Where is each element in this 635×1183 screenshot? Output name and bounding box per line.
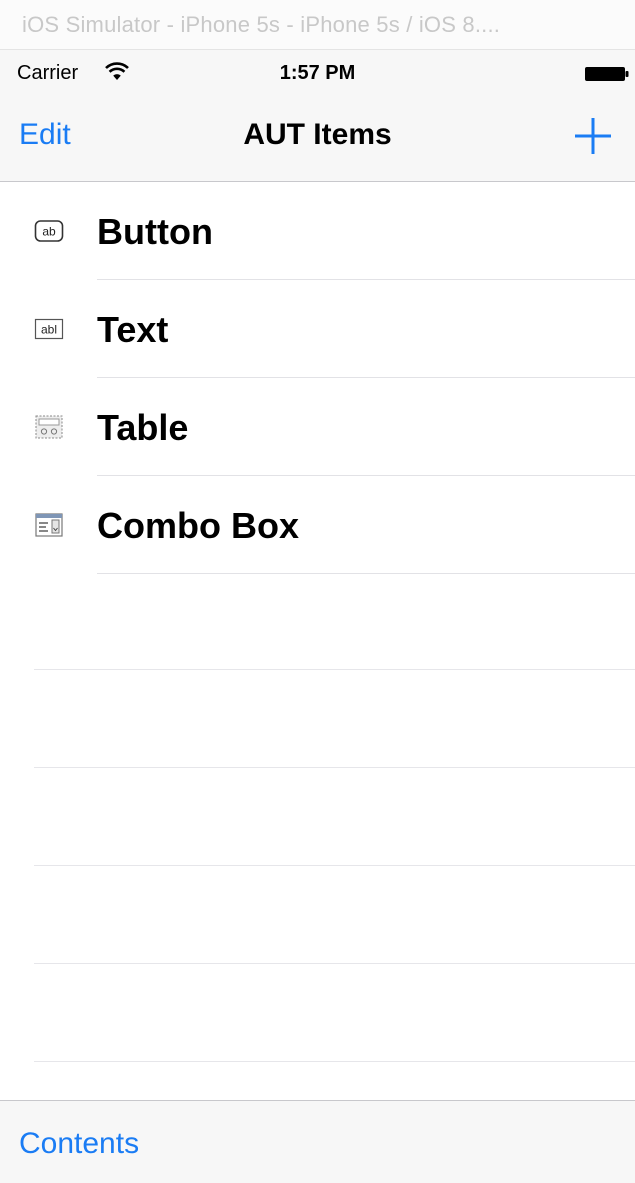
row-label: Combo Box — [97, 505, 299, 546]
table-row-button[interactable]: ab Button — [0, 182, 635, 280]
table-row-combo-box[interactable]: Combo Box — [0, 476, 635, 574]
bottom-toolbar: Contents — [0, 1100, 635, 1183]
row-label: Text — [97, 309, 169, 350]
text-field-icon: abl — [34, 318, 64, 340]
combo-box-icon — [35, 513, 63, 537]
empty-row-divider — [34, 963, 635, 964]
empty-row-divider — [34, 669, 635, 670]
contents-button[interactable]: Contents — [19, 1127, 139, 1161]
plus-icon[interactable] — [573, 116, 613, 156]
row-divider — [97, 573, 635, 574]
table-icon — [35, 415, 63, 439]
simulator-title-bar: iOS Simulator - iPhone 5s - iPhone 5s / … — [0, 0, 635, 50]
items-table[interactable]: ab Button abl Text Table Combo Box — [0, 182, 635, 1100]
svg-text:ab: ab — [42, 225, 56, 239]
empty-row-divider — [34, 865, 635, 866]
empty-row-divider — [34, 1061, 635, 1062]
battery-icon — [585, 67, 629, 81]
table-row-text[interactable]: abl Text — [0, 280, 635, 378]
svg-text:abl: abl — [41, 323, 57, 337]
status-time: 1:57 PM — [279, 62, 356, 84]
simulator-title: iOS Simulator - iPhone 5s - iPhone 5s / … — [22, 12, 501, 37]
page-title: AUT Items — [243, 118, 392, 151]
status-bar: Carrier 1:57 PM — [0, 50, 635, 94]
navigation-bar: Edit AUT Items — [0, 94, 635, 182]
row-label: Table — [97, 407, 189, 448]
row-label: Button — [97, 211, 213, 252]
table-row-table[interactable]: Table — [0, 378, 635, 476]
button-control-icon: ab — [34, 220, 64, 242]
empty-row-divider — [34, 767, 635, 768]
